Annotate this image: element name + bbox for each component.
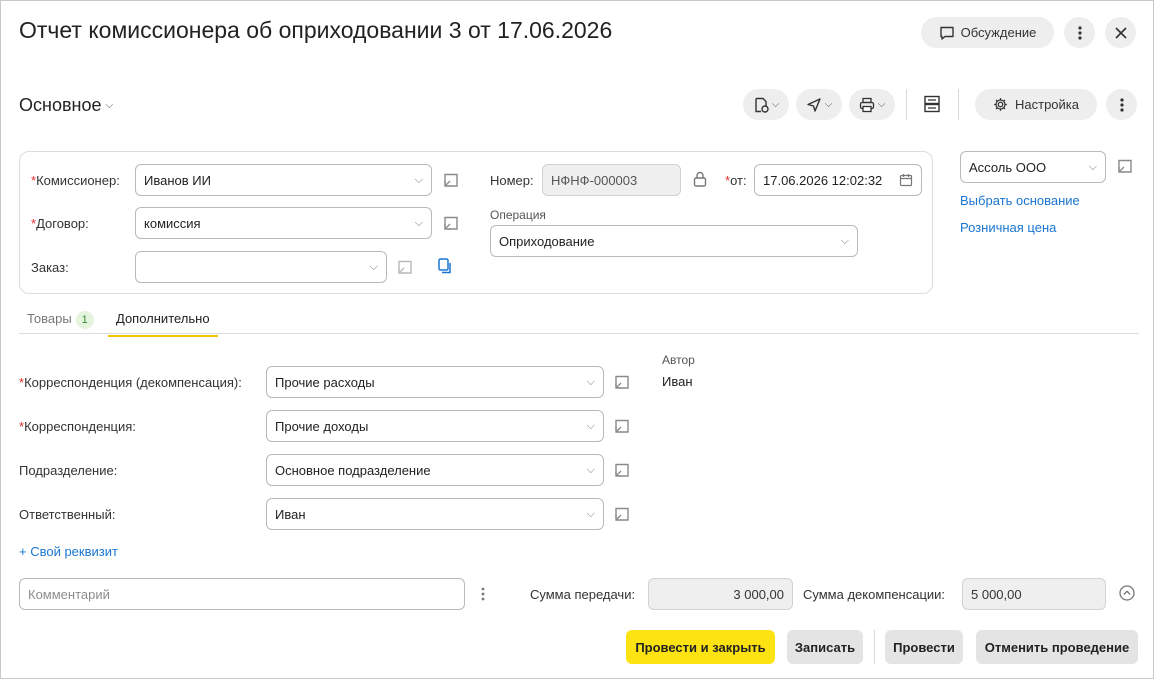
toolbar-divider (958, 89, 959, 120)
contract-field[interactable]: комиссия ⌵ (135, 207, 432, 239)
post-and-close-button[interactable]: Провести и закрыть (626, 630, 775, 664)
save-button[interactable]: Записать (787, 630, 863, 664)
author-label: Автор (662, 353, 695, 367)
settings-label: Настройка (1015, 97, 1079, 112)
discussion-button[interactable]: Обсуждение (921, 17, 1054, 48)
open-link-icon[interactable] (396, 258, 414, 276)
cancel-posting-button[interactable]: Отменить проведение (976, 630, 1138, 664)
document-create-icon (755, 97, 769, 113)
more-menu-button[interactable] (1064, 17, 1095, 48)
chevron-down-icon: ⌵ (586, 463, 595, 476)
department-field[interactable]: Основное подразделение ⌵ (266, 454, 604, 486)
decomp-sum-field: 5 000,00 (962, 578, 1106, 610)
send-button[interactable]: ⌵ (796, 89, 842, 120)
corr-decomp-label: *Корреспонденция (декомпенсация): (19, 375, 242, 390)
chat-icon (939, 26, 954, 40)
more-vertical-icon (1077, 25, 1082, 40)
create-based-button[interactable]: ⌵ (743, 89, 789, 120)
lock-icon[interactable] (691, 170, 709, 188)
chevron-down-icon: ⌵ (414, 216, 423, 229)
chevron-down-icon: ⌵ (877, 99, 886, 110)
operation-label: Операция (490, 208, 546, 222)
tab-count-badge: 1 (75, 311, 94, 329)
commissioner-label: *Комиссионер: (31, 173, 120, 188)
open-link-icon[interactable] (442, 171, 460, 189)
chevron-down-icon: ⌵ (824, 99, 833, 110)
calendar-icon[interactable] (899, 173, 913, 187)
corr-field[interactable]: Прочие доходы ⌵ (266, 410, 604, 442)
open-link-icon[interactable] (442, 214, 460, 232)
post-button[interactable]: Провести (885, 630, 963, 664)
more-vertical-icon (1119, 97, 1124, 112)
printer-icon (859, 97, 874, 112)
open-link-icon[interactable] (613, 373, 631, 391)
page-title: Отчет комиссионера об оприходовании 3 от… (19, 17, 613, 43)
responsible-label: Ответственный: (19, 507, 116, 522)
comment-input[interactable]: Комментарий (19, 578, 465, 610)
close-icon (1114, 26, 1127, 39)
select-basis-link[interactable]: Выбрать основание (960, 193, 1080, 208)
number-label: Номер: (490, 173, 534, 188)
responsible-field[interactable]: Иван ⌵ (266, 498, 604, 530)
chevron-down-icon: ⌵ (1088, 160, 1097, 173)
open-link-icon[interactable] (613, 461, 631, 479)
chevron-down-icon: ⌵ (586, 419, 595, 432)
chevron-down-icon: ⌵ (586, 375, 595, 388)
operation-field[interactable]: Оприходование ⌵ (490, 225, 858, 257)
print-button[interactable]: ⌵ (849, 89, 895, 120)
retail-price-link[interactable]: Розничная цена (960, 220, 1056, 235)
form-name: Основное (19, 95, 102, 115)
organization-field[interactable]: Ассоль ООО ⌵ (960, 151, 1106, 183)
chevron-down-icon: ⌵ (840, 234, 849, 247)
document-window: Отчет комиссионера об оприходовании 3 от… (0, 0, 1154, 679)
comment-more-button[interactable] (478, 586, 488, 602)
open-link-icon[interactable] (1116, 157, 1134, 175)
document-structure-icon (924, 95, 940, 113)
date-field[interactable]: 17.06.2026 12:02:32 (754, 164, 922, 196)
more-vertical-icon (481, 587, 485, 601)
author-value: Иван (662, 374, 693, 389)
chevron-up-circle-icon[interactable] (1118, 584, 1136, 602)
custom-attribute-link[interactable]: + Свой реквизит (19, 544, 118, 559)
chevron-down-icon: ⌵ (771, 99, 780, 110)
decomp-sum-label: Сумма декомпенсации: (803, 587, 946, 602)
date-label: *от: (725, 173, 747, 188)
open-link-icon[interactable] (613, 417, 631, 435)
tab-additional[interactable]: Дополнительно (108, 311, 218, 337)
copy-icon[interactable] (436, 257, 454, 275)
corr-decomp-field[interactable]: Прочие расходы ⌵ (266, 366, 604, 398)
open-link-icon[interactable] (613, 505, 631, 523)
form-selector[interactable]: Основное ⌵ (19, 95, 113, 116)
settings-button[interactable]: Настройка (975, 89, 1097, 120)
contract-label: *Договор: (31, 216, 89, 231)
transfer-sum-field: 3 000,00 (648, 578, 793, 610)
tab-goods[interactable]: Товары 1 (27, 311, 94, 329)
commissioner-field[interactable]: Иванов ИИ ⌵ (135, 164, 432, 196)
order-field[interactable]: ⌵ (135, 251, 387, 283)
order-label: Заказ: (31, 260, 69, 275)
actions-divider (874, 630, 875, 664)
chevron-down-icon: ⌵ (586, 507, 595, 520)
transfer-sum-label: Сумма передачи: (530, 587, 636, 602)
close-button[interactable] (1105, 17, 1136, 48)
chevron-down-icon: ⌵ (414, 173, 423, 186)
gear-icon (994, 98, 1007, 111)
toolbar-more-button[interactable] (1106, 89, 1137, 120)
discussion-label: Обсуждение (960, 25, 1037, 40)
number-field: НФНФ-000003 (542, 164, 681, 196)
chevron-down-icon: ⌵ (105, 100, 114, 111)
structure-button[interactable] (922, 94, 942, 114)
send-icon (807, 97, 821, 112)
chevron-down-icon: ⌵ (369, 260, 378, 273)
department-label: Подразделение: (19, 463, 118, 478)
corr-label: *Корреспонденция: (19, 419, 136, 434)
toolbar-divider (906, 89, 907, 120)
